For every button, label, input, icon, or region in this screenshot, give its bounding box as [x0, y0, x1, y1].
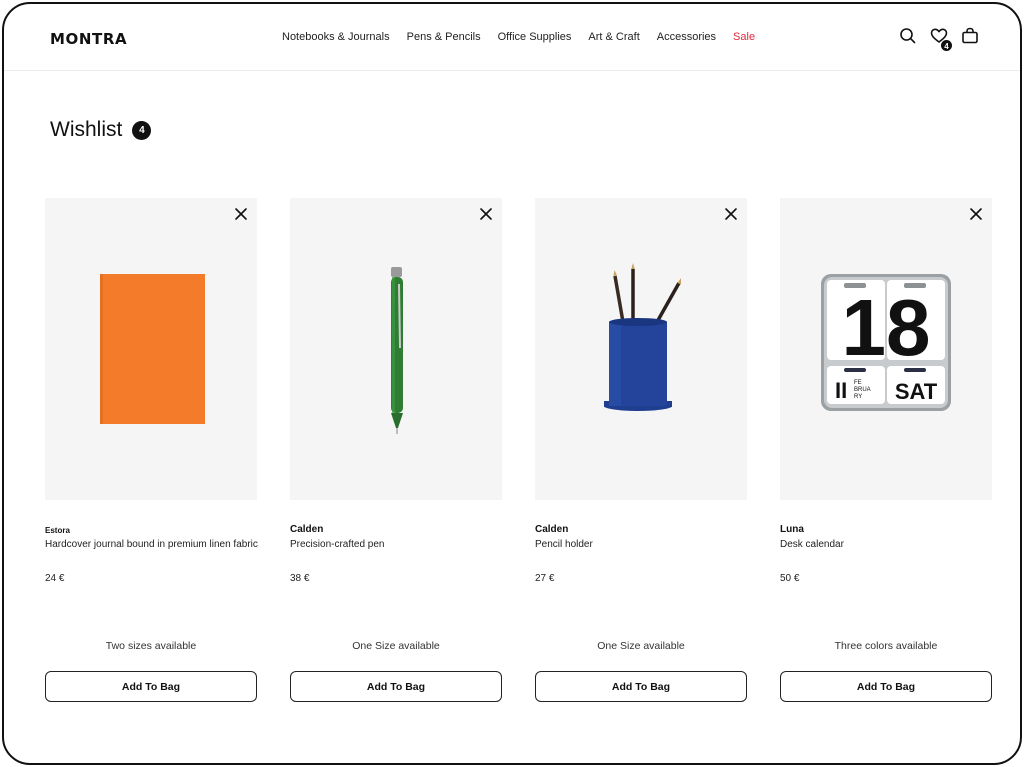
- calendar-weekday: SAT: [895, 379, 938, 404]
- wishlist-count: 4: [132, 120, 152, 140]
- calendar-month-prefix: II: [835, 378, 847, 403]
- product-availability: One Size available: [597, 640, 685, 652]
- add-to-bag-button[interactable]: Add To Bag: [780, 671, 992, 702]
- remove-close-icon[interactable]: [724, 207, 738, 221]
- wishlist-heart-icon[interactable]: 4: [929, 26, 953, 52]
- product-availability: Two sizes available: [105, 640, 197, 652]
- search-icon[interactable]: [898, 26, 918, 46]
- product-name[interactable]: Pencil holder: [535, 539, 593, 550]
- product-image-area[interactable]: [45, 198, 257, 500]
- main-nav: Notebooks & Journals Pens & Pencils Offi…: [282, 31, 772, 43]
- app-window: MONTRA Notebooks & Journals Pens & Penci…: [2, 2, 1022, 765]
- product-price: 27 €: [535, 573, 555, 584]
- product-brand: Calden: [535, 524, 569, 535]
- product-brand: Calden: [290, 524, 324, 535]
- product-price: 24 €: [45, 573, 65, 584]
- nav-notebooks-journals[interactable]: Notebooks & Journals: [282, 31, 390, 43]
- nav-sale[interactable]: Sale: [733, 31, 755, 43]
- product-image-area[interactable]: [290, 198, 502, 500]
- product-card: Calden Pencil holder 27 € One Size avail…: [535, 198, 747, 702]
- nav-pens-pencils[interactable]: Pens & Pencils: [407, 31, 481, 43]
- nav-office-supplies[interactable]: Office Supplies: [498, 31, 572, 43]
- product-name[interactable]: Desk calendar: [780, 539, 844, 550]
- product-brand: Luna: [780, 524, 804, 535]
- calendar-day: 18: [842, 283, 931, 372]
- shopping-bag-icon[interactable]: [960, 26, 980, 46]
- calendar-month-line-2: BRUA: [854, 387, 871, 393]
- nav-accessories[interactable]: Accessories: [657, 31, 716, 43]
- remove-close-icon[interactable]: [234, 207, 248, 221]
- blue-pencil-holder-image: [604, 263, 681, 411]
- nav-art-craft[interactable]: Art & Craft: [588, 31, 639, 43]
- product-card: Calden Precision-crafted pen 38 € One Si…: [290, 198, 502, 702]
- orange-notebook-image: [100, 274, 205, 424]
- wishlist-heading: Wishlist 4: [50, 118, 152, 142]
- product-image-area[interactable]: [535, 198, 747, 500]
- product-name[interactable]: Hardcover journal bound in premium linen…: [45, 539, 258, 550]
- add-to-bag-button[interactable]: Add To Bag: [535, 671, 747, 702]
- product-image-area[interactable]: 18 II FE BRUA RY SAT: [780, 198, 992, 500]
- wishlist-count-badge: 4: [940, 39, 953, 52]
- product-availability: Three colors available: [834, 640, 938, 652]
- remove-close-icon[interactable]: [969, 207, 983, 221]
- remove-close-icon[interactable]: [479, 207, 493, 221]
- product-price: 38 €: [290, 573, 310, 584]
- product-name[interactable]: Precision-crafted pen: [290, 539, 385, 550]
- header-actions: 4: [887, 26, 980, 52]
- site-header: MONTRA Notebooks & Journals Pens & Penci…: [4, 4, 1020, 71]
- add-to-bag-button[interactable]: Add To Bag: [45, 671, 257, 702]
- product-card: Estora Hardcover journal bound in premiu…: [45, 198, 258, 702]
- desk-calendar-image: 18 II FE BRUA RY SAT: [821, 274, 951, 411]
- calendar-month-line-3: RY: [854, 394, 862, 400]
- page-title: Wishlist: [50, 118, 123, 141]
- product-price: 50 €: [780, 573, 800, 584]
- brand-logo[interactable]: MONTRA: [50, 30, 127, 48]
- product-availability: One Size available: [352, 640, 440, 652]
- add-to-bag-button[interactable]: Add To Bag: [290, 671, 502, 702]
- product-brand: Estora: [45, 526, 70, 535]
- green-pen-image: [391, 267, 403, 434]
- product-card: 18 II FE BRUA RY SAT Luna Desk calendar …: [780, 198, 992, 702]
- calendar-month-line-1: FE: [854, 380, 862, 386]
